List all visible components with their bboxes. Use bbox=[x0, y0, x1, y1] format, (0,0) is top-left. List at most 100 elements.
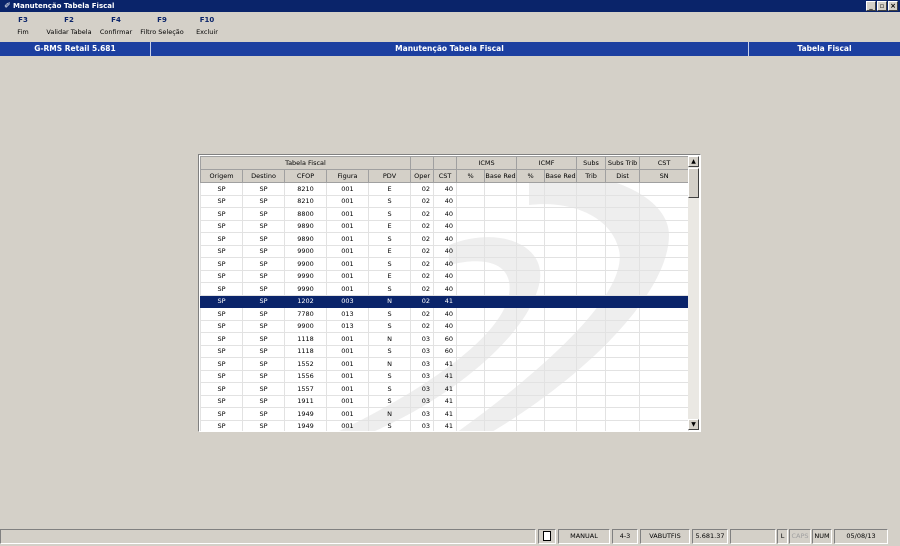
cell-figura[interactable]: 001 bbox=[326, 344, 369, 358]
cell-pdv[interactable]: S bbox=[367, 194, 412, 208]
cell-cfop[interactable]: 1118 bbox=[284, 344, 327, 358]
cell-pdv[interactable]: S bbox=[367, 232, 412, 246]
cell-pdv[interactable]: E bbox=[367, 219, 412, 233]
cell-empty[interactable] bbox=[605, 269, 641, 283]
cell-empty[interactable] bbox=[576, 407, 607, 421]
cell-empty[interactable] bbox=[639, 357, 690, 371]
cell-pdv[interactable]: S bbox=[367, 319, 412, 333]
cell-empty[interactable] bbox=[639, 369, 690, 383]
cell-empty[interactable] bbox=[484, 207, 518, 221]
cell-cst[interactable]: 41 bbox=[433, 382, 458, 396]
cell-empty[interactable] bbox=[456, 357, 486, 371]
tabela-fiscal-grid[interactable]: Tabela Fiscal ICMS ICMF Subs Subs Trib C… bbox=[198, 154, 701, 432]
cell-empty[interactable] bbox=[605, 294, 641, 308]
cell-empty[interactable] bbox=[544, 419, 578, 431]
cell-cst[interactable]: 60 bbox=[433, 344, 458, 358]
cell-figura[interactable]: 001 bbox=[326, 357, 369, 371]
cell-cst[interactable]: 41 bbox=[433, 294, 458, 308]
cell-figura[interactable]: 001 bbox=[326, 407, 369, 421]
table-row[interactable]: SP SP 1949 001 S 03 41 bbox=[200, 419, 690, 431]
cell-figura[interactable]: 001 bbox=[326, 419, 369, 431]
cell-cfop[interactable]: 1552 bbox=[284, 357, 327, 371]
col-header-oper[interactable]: Oper bbox=[410, 169, 435, 183]
col-header-subs-trib[interactable]: Trib bbox=[576, 169, 607, 183]
scroll-down-arrow-icon[interactable]: ▼ bbox=[688, 419, 699, 430]
table-row[interactable]: SP SP 9890 001 E 02 40 bbox=[200, 219, 690, 233]
cell-cst[interactable]: 60 bbox=[433, 332, 458, 346]
cell-empty[interactable] bbox=[605, 369, 641, 383]
col-header-subs-trib-dist[interactable]: Dist bbox=[605, 169, 641, 183]
restore-button[interactable]: ▫ bbox=[877, 1, 887, 11]
cell-empty[interactable] bbox=[605, 182, 641, 196]
cell-empty[interactable] bbox=[456, 257, 486, 271]
cell-figura[interactable]: 013 bbox=[326, 319, 369, 333]
cell-empty[interactable] bbox=[544, 244, 578, 258]
cell-empty[interactable] bbox=[544, 257, 578, 271]
cell-empty[interactable] bbox=[576, 332, 607, 346]
cell-destino[interactable]: SP bbox=[242, 319, 285, 333]
cell-destino[interactable]: SP bbox=[242, 419, 285, 431]
cell-empty[interactable] bbox=[544, 382, 578, 396]
cell-empty[interactable] bbox=[516, 257, 546, 271]
cell-cst[interactable]: 40 bbox=[433, 307, 458, 321]
cell-empty[interactable] bbox=[544, 332, 578, 346]
cell-empty[interactable] bbox=[544, 194, 578, 208]
cell-empty[interactable] bbox=[576, 244, 607, 258]
cell-empty[interactable] bbox=[576, 394, 607, 408]
cell-empty[interactable] bbox=[605, 394, 641, 408]
cell-oper[interactable]: 03 bbox=[410, 407, 435, 421]
table-row[interactable]: SP SP 1949 001 N 03 41 bbox=[200, 407, 690, 421]
cell-empty[interactable] bbox=[484, 307, 518, 321]
cell-empty[interactable] bbox=[484, 232, 518, 246]
cell-oper[interactable]: 03 bbox=[410, 369, 435, 383]
cell-empty[interactable] bbox=[516, 344, 546, 358]
table-row[interactable]: SP SP 9900 001 E 02 40 bbox=[200, 244, 690, 258]
cell-empty[interactable] bbox=[544, 394, 578, 408]
col-header-pdv[interactable]: PDV bbox=[367, 169, 412, 183]
cell-empty[interactable] bbox=[639, 382, 690, 396]
cell-figura[interactable]: 001 bbox=[326, 232, 369, 246]
cell-empty[interactable] bbox=[639, 257, 690, 271]
cell-empty[interactable] bbox=[516, 332, 546, 346]
table-row[interactable]: SP SP 9890 001 S 02 40 bbox=[200, 232, 690, 246]
cell-empty[interactable] bbox=[516, 369, 546, 383]
col-header-icmf-base-red[interactable]: Base Red bbox=[544, 169, 578, 183]
cell-cst[interactable]: 41 bbox=[433, 357, 458, 371]
cell-empty[interactable] bbox=[639, 344, 690, 358]
filtro-selecao-button[interactable]: F9 Filtro Seleção bbox=[138, 15, 186, 38]
cell-origem[interactable]: SP bbox=[200, 294, 243, 308]
cell-figura[interactable]: 001 bbox=[326, 269, 369, 283]
cell-pdv[interactable]: S bbox=[367, 282, 412, 296]
cell-empty[interactable] bbox=[576, 182, 607, 196]
cell-empty[interactable] bbox=[516, 219, 546, 233]
table-row[interactable]: SP SP 9990 001 S 02 40 bbox=[200, 282, 690, 296]
cell-pdv[interactable]: S bbox=[367, 369, 412, 383]
cell-figura[interactable]: 001 bbox=[326, 394, 369, 408]
cell-cfop[interactable]: 1556 bbox=[284, 369, 327, 383]
cell-pdv[interactable]: S bbox=[367, 382, 412, 396]
cell-cst[interactable]: 40 bbox=[433, 257, 458, 271]
cell-destino[interactable]: SP bbox=[242, 232, 285, 246]
cell-empty[interactable] bbox=[484, 257, 518, 271]
table-row[interactable]: SP SP 8210 001 S 02 40 bbox=[200, 194, 690, 208]
cell-destino[interactable]: SP bbox=[242, 332, 285, 346]
cell-empty[interactable] bbox=[516, 182, 546, 196]
cell-cfop[interactable]: 1949 bbox=[284, 419, 327, 431]
cell-destino[interactable]: SP bbox=[242, 357, 285, 371]
cell-destino[interactable]: SP bbox=[242, 244, 285, 258]
cell-cfop[interactable]: 8210 bbox=[284, 182, 327, 196]
cell-origem[interactable]: SP bbox=[200, 282, 243, 296]
cell-empty[interactable] bbox=[456, 419, 486, 431]
cell-destino[interactable]: SP bbox=[242, 194, 285, 208]
cell-empty[interactable] bbox=[576, 294, 607, 308]
cell-origem[interactable]: SP bbox=[200, 219, 243, 233]
confirmar-button[interactable]: F4 Confirmar bbox=[98, 15, 134, 38]
cell-empty[interactable] bbox=[639, 419, 690, 431]
table-row[interactable]: SP SP 9990 001 E 02 40 bbox=[200, 269, 690, 283]
cell-empty[interactable] bbox=[544, 207, 578, 221]
cell-empty[interactable] bbox=[456, 407, 486, 421]
cell-empty[interactable] bbox=[639, 319, 690, 333]
cell-cfop[interactable]: 9990 bbox=[284, 282, 327, 296]
cell-cfop[interactable]: 1557 bbox=[284, 382, 327, 396]
cell-empty[interactable] bbox=[576, 232, 607, 246]
